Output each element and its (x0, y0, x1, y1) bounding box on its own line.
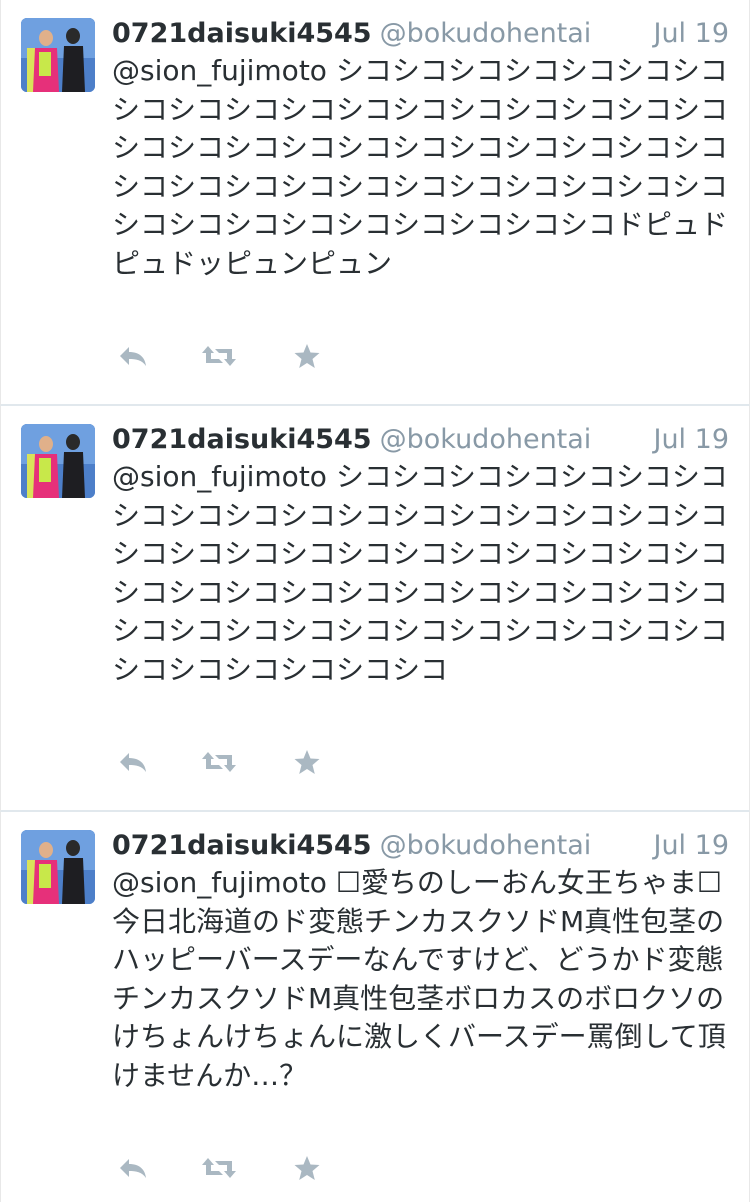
reply-button[interactable] (113, 336, 153, 376)
retweet-icon (202, 346, 236, 366)
tweet[interactable]: 0721daisuki4545 @bokudohentai Jul 19 @sio… (0, 406, 750, 812)
user-handle[interactable]: @bokudohentai (380, 830, 592, 861)
reply-button[interactable] (113, 742, 153, 782)
timeline: 0721daisuki4545 @bokudohentai Jul 19 @sio… (0, 0, 750, 1202)
star-icon (294, 750, 320, 774)
avatar[interactable] (21, 424, 95, 498)
tweet-actions (113, 336, 353, 376)
tweet-text: @sion_fujimoto シコシコシコシコシコシコシコシコシコシコシコシコシ… (112, 460, 729, 686)
tweet-actions (113, 1148, 353, 1188)
retweet-button[interactable] (199, 742, 239, 782)
timestamp[interactable]: Jul 19 (653, 420, 729, 460)
tweet[interactable]: 0721daisuki4545 @bokudohentai Jul 19 @sio… (0, 0, 750, 406)
favorite-button[interactable] (287, 336, 327, 376)
avatar[interactable] (21, 18, 95, 92)
tweet-header: 0721daisuki4545 @bokudohentai Jul 19 (112, 14, 729, 54)
timestamp[interactable]: Jul 19 (653, 826, 729, 866)
star-icon (294, 344, 320, 368)
star-icon (294, 1156, 320, 1180)
display-name[interactable]: 0721daisuki4545 (112, 18, 372, 49)
favorite-button[interactable] (287, 742, 327, 782)
reply-button[interactable] (113, 1148, 153, 1188)
timestamp[interactable]: Jul 19 (653, 14, 729, 54)
reply-icon (120, 1159, 146, 1178)
tweet-header: 0721daisuki4545 @bokudohentai Jul 19 (112, 420, 729, 460)
tweet-header: 0721daisuki4545 @bokudohentai Jul 19 (112, 826, 729, 866)
retweet-icon (202, 1158, 236, 1178)
display-name[interactable]: 0721daisuki4545 (112, 424, 372, 455)
user-handle[interactable]: @bokudohentai (380, 18, 592, 49)
tweet-actions (113, 742, 353, 782)
user-handle[interactable]: @bokudohentai (380, 424, 592, 455)
reply-icon (120, 347, 146, 366)
retweet-icon (202, 752, 236, 772)
tweet-text: @sion_fujimoto ☐愛ちのしーおん女王ちゃま☐ 今日北海道のド変態チ… (112, 866, 726, 1092)
retweet-button[interactable] (199, 336, 239, 376)
favorite-button[interactable] (287, 1148, 327, 1188)
tweet[interactable]: 0721daisuki4545 @bokudohentai Jul 19 @sio… (0, 812, 750, 1202)
retweet-button[interactable] (199, 1148, 239, 1188)
tweet-text: @sion_fujimoto シコシコシコシコシコシコシコシコシコシコシコシコシ… (112, 54, 729, 280)
avatar[interactable] (21, 830, 95, 904)
display-name[interactable]: 0721daisuki4545 (112, 830, 372, 861)
reply-icon (120, 753, 146, 772)
